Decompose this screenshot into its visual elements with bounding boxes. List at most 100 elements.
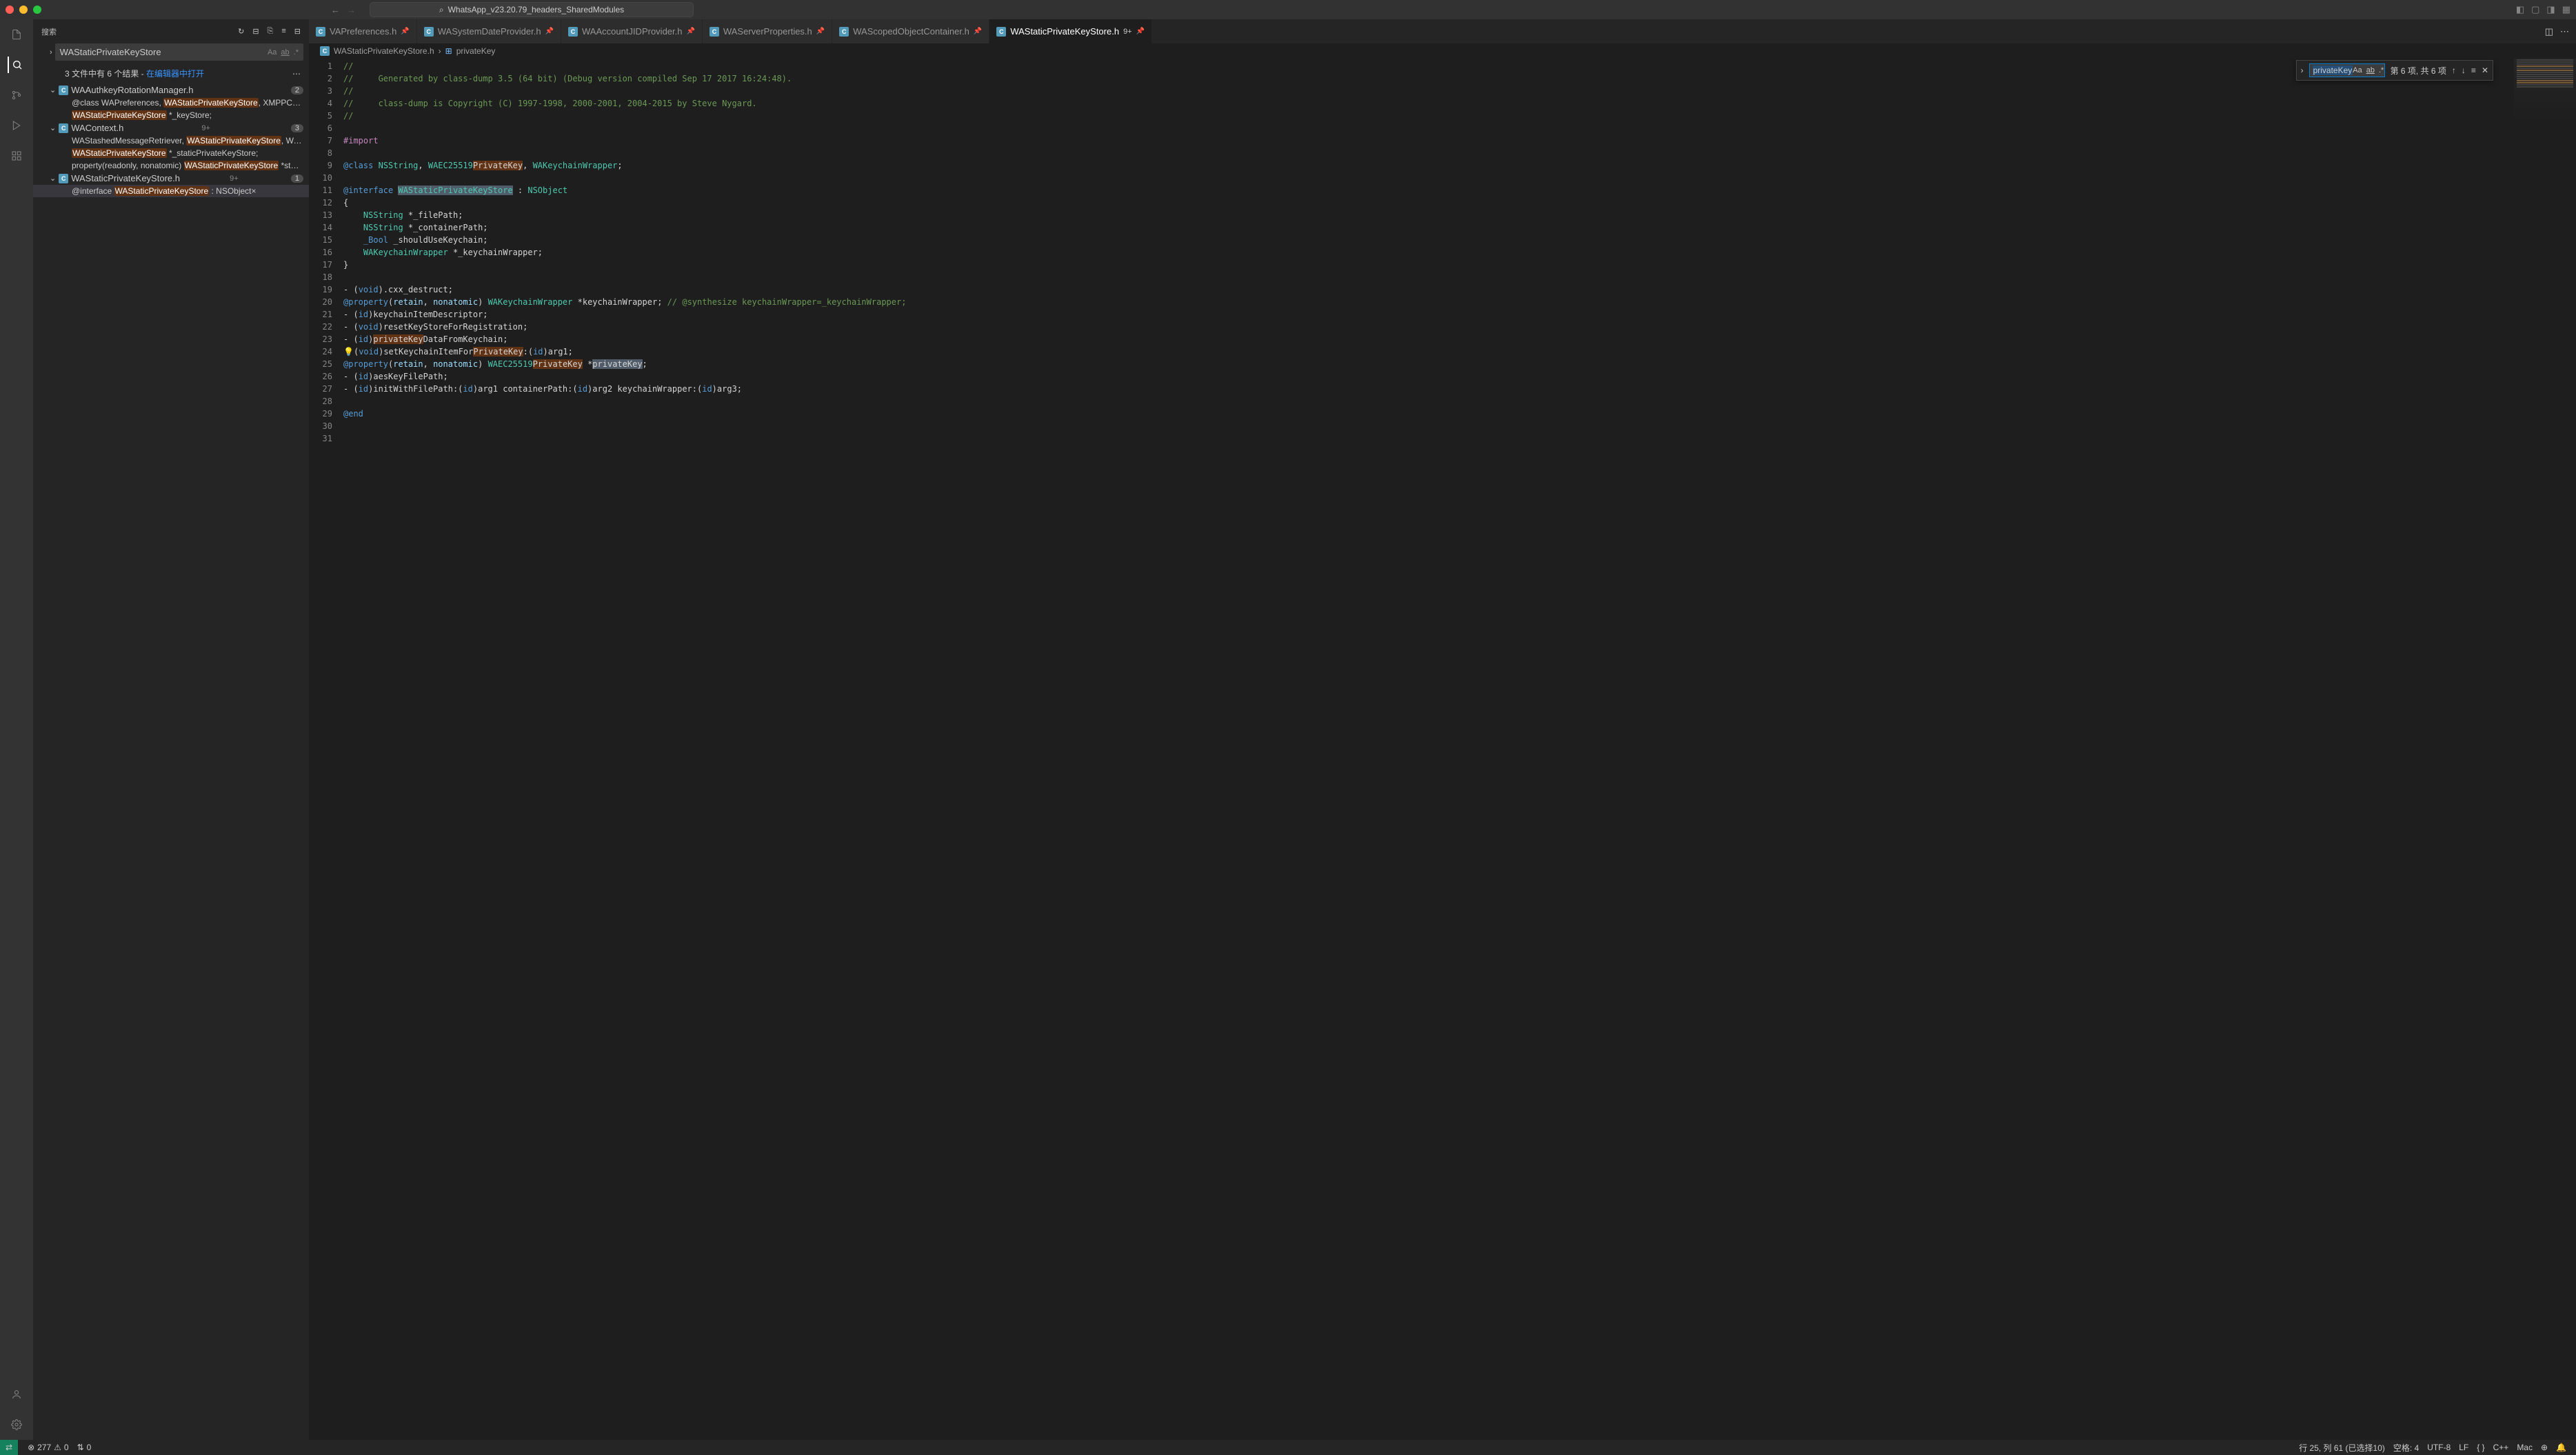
- maximize-window[interactable]: [33, 6, 41, 14]
- find-whole-word-icon[interactable]: ab: [2366, 66, 2375, 74]
- search-input[interactable]: WAStaticPrivateKeyStore Aa ab .*: [55, 43, 303, 61]
- code-content[interactable]: //// Generated by class-dump 3.5 (64 bit…: [343, 59, 2576, 1440]
- indentation-status[interactable]: 空格: 4: [2389, 1442, 2423, 1454]
- sidebar-title: 搜索: [41, 26, 57, 37]
- editor-tab[interactable]: CWAScopedObjectContainer.h📌: [832, 19, 989, 43]
- symbol-icon: ⊞: [445, 46, 452, 56]
- editor-tabs: CVAPreferences.h📌CWASystemDateProvider.h…: [309, 19, 2576, 43]
- results-count: 3 文件中有 6 个结果 -: [65, 69, 146, 79]
- layout-controls: ◧ ▢ ◨ ▦: [2516, 4, 2570, 15]
- search-result-file[interactable]: ⌄CWAAuthkeyRotationManager.h2: [33, 83, 309, 97]
- results-summary: 3 文件中有 6 个结果 - 在编辑器中打开 ⋯: [33, 63, 309, 83]
- chevron-right-icon: ›: [439, 46, 441, 56]
- encoding-status[interactable]: UTF-8: [2423, 1442, 2455, 1454]
- toggle-replace-icon[interactable]: ›: [50, 48, 52, 57]
- statusbar: ⇄ ⊗277 ⚠0 ⇅0 行 25, 列 61 (已选择10) 空格: 4 UT…: [0, 1440, 2576, 1455]
- split-editor-icon[interactable]: ◫: [2545, 26, 2553, 37]
- feedback-icon[interactable]: ⊕: [2537, 1442, 2552, 1454]
- close-window[interactable]: [6, 6, 14, 14]
- search-view-icon[interactable]: [8, 57, 24, 73]
- line-numbers: 1234567891011121314151617181920212223242…: [309, 59, 343, 1440]
- warning-icon: ⚠: [54, 1443, 61, 1452]
- find-match-case-icon[interactable]: Aa: [2353, 66, 2362, 74]
- breadcrumb[interactable]: C WAStaticPrivateKeyStore.h › ⊞ privateK…: [309, 43, 2576, 59]
- more-icon[interactable]: ⋯: [292, 69, 301, 79]
- new-search-editor-icon[interactable]: ⎘: [268, 27, 274, 36]
- customize-layout-icon[interactable]: ▦: [2562, 4, 2570, 15]
- editor-tab[interactable]: CWAAccountJIDProvider.h📌: [561, 19, 703, 43]
- ports-status[interactable]: ⇅0: [73, 1443, 96, 1452]
- activity-bar: [0, 19, 33, 1440]
- search-result-file[interactable]: ⌄CWAContext.h9+3: [33, 121, 309, 134]
- collapse-all-icon[interactable]: ⊟: [294, 27, 301, 36]
- editor-tab[interactable]: CWAStaticPrivateKeyStore.h9+📌: [989, 19, 1152, 43]
- error-icon: ⊗: [28, 1443, 34, 1452]
- find-widget: › privateKey Aa ab .* 第 6 项, 共 6 项 ↑ ↓ ≡…: [2296, 60, 2493, 81]
- match-whole-word-icon[interactable]: ab: [281, 48, 289, 57]
- toggle-secondary-sidebar-icon[interactable]: ◨: [2546, 4, 2555, 15]
- refresh-icon[interactable]: ↻: [238, 27, 244, 36]
- search-result-file[interactable]: ⌄CWAStaticPrivateKeyStore.h9+1: [33, 172, 309, 185]
- nav-back-icon[interactable]: ←: [331, 5, 340, 15]
- toggle-primary-sidebar-icon[interactable]: ◧: [2516, 4, 2524, 15]
- view-as-tree-icon[interactable]: ≡: [281, 27, 285, 36]
- titlebar: ← → ⌕ WhatsApp_v23.20.79_headers_SharedM…: [0, 0, 2576, 19]
- search-result-match[interactable]: @class WAPreferences, WAStaticPrivateKey…: [33, 97, 309, 109]
- editor-tab[interactable]: CVAPreferences.h📌: [309, 19, 417, 43]
- breadcrumb-file: WAStaticPrivateKeyStore.h: [334, 46, 434, 56]
- minimap[interactable]: [2514, 59, 2576, 128]
- match-case-icon[interactable]: Aa: [268, 48, 276, 57]
- nav-forward-icon[interactable]: →: [347, 5, 356, 15]
- problems-status[interactable]: ⊗277 ⚠0: [23, 1443, 73, 1452]
- search-results-tree: ⌄CWAAuthkeyRotationManager.h2@class WAPr…: [33, 83, 309, 1440]
- find-input[interactable]: privateKey Aa ab .*: [2309, 63, 2385, 77]
- find-next-icon[interactable]: ↓: [2462, 66, 2466, 75]
- breadcrumb-symbol: privateKey: [456, 46, 496, 56]
- source-control-icon[interactable]: [8, 87, 25, 103]
- more-actions-icon[interactable]: ⋯: [2560, 26, 2569, 37]
- language-mode[interactable]: C++: [2489, 1442, 2513, 1454]
- explorer-icon[interactable]: [8, 26, 25, 43]
- find-input-value: privateKey: [2313, 66, 2353, 75]
- extensions-icon[interactable]: [8, 148, 25, 164]
- find-selection-icon[interactable]: ≡: [2471, 66, 2476, 75]
- editor-tab[interactable]: CWASystemDateProvider.h📌: [417, 19, 561, 43]
- eol-status[interactable]: LF: [2455, 1442, 2473, 1454]
- find-prev-icon[interactable]: ↑: [2452, 66, 2456, 75]
- command-center-text: WhatsApp_v23.20.79_headers_SharedModules: [448, 5, 625, 14]
- search-result-match[interactable]: @interface WAStaticPrivateKeyStore : NSO…: [33, 185, 309, 197]
- clear-search-icon[interactable]: ⊟: [252, 27, 259, 36]
- open-in-editor-link[interactable]: 在编辑器中打开: [146, 69, 204, 79]
- run-debug-icon[interactable]: [8, 117, 25, 134]
- cursor-position[interactable]: 行 25, 列 61 (已选择10): [2295, 1442, 2389, 1454]
- use-regex-icon[interactable]: .*: [294, 48, 299, 57]
- command-center[interactable]: ⌕ WhatsApp_v23.20.79_headers_SharedModul…: [370, 2, 694, 17]
- sidebar-header: 搜索 ↻ ⊟ ⎘ ≡ ⊟: [33, 19, 309, 43]
- notifications-icon[interactable]: 🔔: [2552, 1442, 2570, 1454]
- search-result-match[interactable]: property(readonly, nonatomic) WAStaticPr…: [33, 159, 309, 172]
- nav-arrows: ← →: [331, 5, 356, 15]
- toggle-replace-find-icon[interactable]: ›: [2301, 66, 2304, 75]
- search-result-match[interactable]: WAStaticPrivateKeyStore *_staticPrivateK…: [33, 147, 309, 159]
- find-close-icon[interactable]: ✕: [2482, 66, 2488, 75]
- search-sidebar: 搜索 ↻ ⊟ ⎘ ≡ ⊟ › WAStaticPrivateKeyStore A…: [33, 19, 309, 1440]
- find-count: 第 6 项, 共 6 项: [2391, 65, 2446, 77]
- editor-area: CVAPreferences.h📌CWASystemDateProvider.h…: [309, 19, 2576, 1440]
- brackets-status[interactable]: { }: [2473, 1442, 2488, 1454]
- os-status[interactable]: Mac: [2513, 1442, 2537, 1454]
- search-icon: ⌕: [439, 5, 444, 15]
- search-result-match[interactable]: WAStaticPrivateKeyStore *_keyStore;: [33, 109, 309, 121]
- find-regex-icon[interactable]: .*: [2379, 66, 2384, 74]
- editor-body[interactable]: 1234567891011121314151617181920212223242…: [309, 59, 2576, 1440]
- ports-icon: ⇅: [77, 1443, 84, 1452]
- window-controls: [6, 6, 41, 14]
- accounts-icon[interactable]: [8, 1386, 25, 1403]
- toggle-panel-icon[interactable]: ▢: [2531, 4, 2539, 15]
- search-input-value: WAStaticPrivateKeyStore: [60, 47, 161, 57]
- file-type-icon: C: [320, 46, 330, 56]
- minimize-window[interactable]: [19, 6, 28, 14]
- search-result-match[interactable]: WAStashedMessageRetriever, WAStaticPriva…: [33, 134, 309, 147]
- remote-indicator[interactable]: ⇄: [0, 1440, 18, 1455]
- settings-gear-icon[interactable]: [8, 1416, 25, 1433]
- editor-tab[interactable]: CWAServerProperties.h📌: [703, 19, 832, 43]
